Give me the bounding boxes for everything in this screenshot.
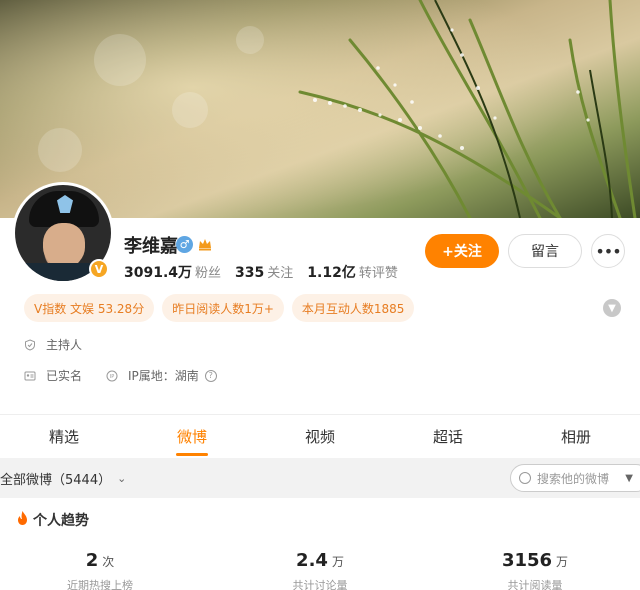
tag-readers[interactable]: 昨日阅读人数1万+: [162, 294, 284, 322]
ip-location-text: IP属地：湖南: [128, 369, 199, 383]
profile-name: 李维嘉: [124, 236, 178, 257]
fire-icon: [16, 511, 29, 529]
message-button[interactable]: 留言: [508, 234, 582, 268]
role-row: 主持人: [24, 336, 82, 353]
chevron-down-icon: ⌄: [117, 472, 127, 485]
follow-button[interactable]: +关注: [425, 234, 499, 268]
search-icon: [519, 472, 531, 484]
stat-following[interactable]: 335 关注: [235, 262, 293, 282]
id-card-icon: [24, 370, 36, 382]
personal-trend-section: 个人趋势 2次 近期热搜上榜 2.4 万 共计讨论量 3156 万 共计阅读量: [0, 498, 640, 590]
real-name-status: 已实名: [46, 369, 83, 383]
post-filter-label: 全部微博（5444）: [0, 473, 112, 488]
profile-tabs: 精选 微博 视频 超话 相册: [0, 414, 640, 458]
identity-row: 已实名 IP IP属地：湖南 ?: [24, 367, 217, 384]
caret-down-icon: ▼: [625, 472, 633, 484]
tab-video[interactable]: 视频: [256, 415, 384, 458]
tab-featured[interactable]: 精选: [0, 415, 128, 458]
post-filter-dropdown[interactable]: 全部微博（5444） ⌄: [0, 469, 126, 488]
stat-fans[interactable]: 3091.4万 粉丝: [124, 262, 221, 282]
profile-stats: 3091.4万 粉丝 335 关注 1.12亿 转评赞: [124, 262, 398, 282]
help-icon[interactable]: ?: [204, 369, 217, 382]
crown-icon: [197, 236, 214, 252]
svg-text:IP: IP: [110, 374, 115, 380]
metric-reads: 3156 万 共计阅读量: [501, 550, 569, 590]
tag-list: V指数 文娱 53.28分 昨日阅读人数1万+ 本月互动人数1885: [24, 294, 415, 322]
tab-album[interactable]: 相册: [512, 415, 640, 458]
more-options-button[interactable]: •••: [591, 234, 625, 268]
role-text: 主持人: [46, 338, 83, 352]
verified-badge-icon: V: [89, 259, 109, 279]
tab-supertopic[interactable]: 超话: [384, 415, 512, 458]
metric-hot-search: 2次 近期热搜上榜: [67, 550, 133, 590]
grass-illustration: [0, 0, 640, 218]
cover-banner: [0, 0, 640, 218]
ip-location-icon: IP: [106, 370, 118, 382]
trend-title: 个人趋势: [16, 510, 89, 530]
male-gender-icon: ♂: [176, 236, 193, 253]
stat-interactions: 1.12亿 转评赞: [307, 265, 398, 281]
metric-discussion: 2.4 万 共计讨论量: [292, 550, 348, 590]
tag-interactions[interactable]: 本月互动人数1885: [291, 294, 415, 322]
tab-weibo[interactable]: 微博: [128, 415, 256, 458]
shield-icon: [24, 338, 36, 351]
tag-v-index[interactable]: V指数 文娱 53.28分: [24, 294, 155, 322]
search-placeholder: 搜索他的微博: [537, 471, 610, 486]
chevron-down-icon[interactable]: ▼: [603, 299, 621, 317]
filter-bar: 全部微博（5444） ⌄ 搜索他的微博 ▼: [0, 458, 640, 498]
search-input[interactable]: 搜索他的微博 ▼: [510, 464, 640, 492]
